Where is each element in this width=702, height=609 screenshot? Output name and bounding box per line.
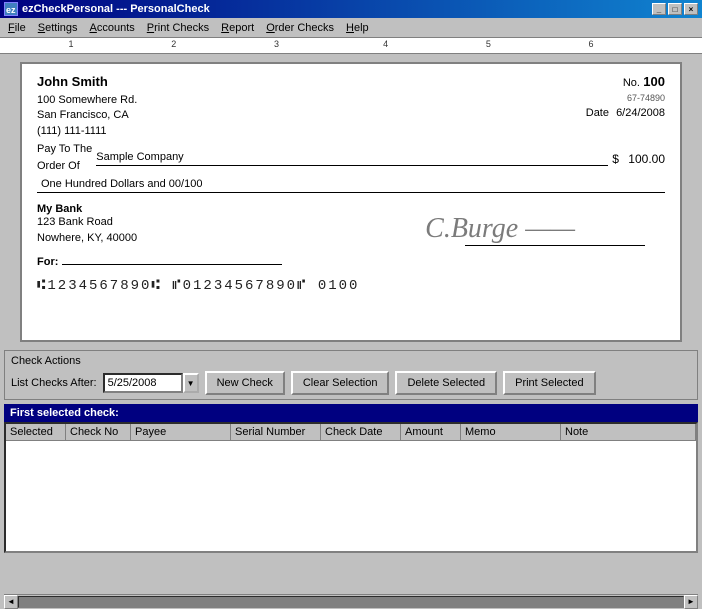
maximize-btn[interactable]: □ — [668, 3, 682, 15]
bank-name: My Bank — [37, 203, 137, 215]
signature-area: C.Burge —— — [425, 203, 645, 246]
check-id: 67-74890 — [586, 93, 665, 103]
check-number-display: No. 100 — [623, 74, 665, 89]
window-controls: _ □ × — [652, 3, 698, 15]
menu-order-checks[interactable]: Order Checks — [260, 20, 340, 36]
check-no-value: 100 — [643, 74, 665, 89]
check-date-label: Date — [586, 107, 609, 119]
date-input-wrapper: ▼ — [103, 373, 199, 393]
svg-text:ez: ez — [6, 5, 16, 15]
col-memo: Memo — [461, 424, 561, 440]
print-selected-button[interactable]: Print Selected — [503, 371, 595, 395]
pay-to-the-label: Pay To The Order Of — [37, 141, 92, 174]
bank-address1: 123 Bank Road — [37, 215, 137, 230]
check-date-row: Date 6/24/2008 — [586, 107, 665, 119]
bank-address2: Nowhere, KY, 40000 — [37, 231, 137, 246]
scroll-track[interactable] — [18, 596, 684, 608]
scroll-left-btn[interactable]: ◄ — [4, 595, 18, 609]
main-window: John Smith No. 100 100 Somewhere Rd. San… — [0, 54, 702, 608]
date-dropdown-btn[interactable]: ▼ — [183, 373, 199, 393]
check-payer-name: John Smith — [37, 74, 108, 89]
ruler-mark-5: 5 — [486, 39, 491, 49]
check-actions-panel: Check Actions List Checks After: ▼ New C… — [4, 350, 698, 400]
check-written-amount: One Hundred Dollars and 00/100 — [37, 178, 665, 193]
menu-help[interactable]: Help — [340, 20, 375, 36]
check-address: 100 Somewhere Rd. San Francisco, CA (111… — [37, 93, 137, 139]
check-memo-row: For: — [37, 256, 665, 268]
horizontal-scrollbar: ◄ ► — [4, 594, 698, 608]
app-icon: ez — [4, 2, 18, 16]
window-title: ezCheckPersonal --- PersonalCheck — [22, 3, 210, 15]
table-column-headers: Selected Check No Payee Serial Number Ch… — [6, 424, 696, 441]
col-check-no: Check No — [66, 424, 131, 440]
date-filter-input[interactable] — [103, 373, 183, 393]
check-display: John Smith No. 100 100 Somewhere Rd. San… — [20, 62, 682, 342]
dollar-sign: $ — [612, 152, 619, 166]
menu-print-checks[interactable]: Print Checks — [141, 20, 215, 36]
check-signature: C.Burge —— — [425, 213, 585, 245]
clear-selection-button[interactable]: Clear Selection — [291, 371, 390, 395]
check-actions-row: List Checks After: ▼ New Check Clear Sel… — [11, 371, 691, 395]
menu-bar: File Settings Accounts Print Checks Repo… — [0, 18, 702, 38]
ruler-mark-3: 3 — [274, 39, 279, 49]
close-btn[interactable]: × — [684, 3, 698, 15]
ruler-mark-1: 1 — [69, 39, 74, 49]
check-amount-display: $ 100.00 — [608, 152, 665, 166]
signature-line — [465, 245, 645, 246]
check-payee: Sample Company — [96, 151, 608, 166]
check-no-label: No. — [623, 77, 640, 89]
bank-info: My Bank 123 Bank Road Nowhere, KY, 40000 — [37, 203, 137, 246]
delete-selected-button[interactable]: Delete Selected — [395, 371, 497, 395]
check-address-line1: 100 Somewhere Rd. — [37, 93, 137, 108]
ruler-mark-2: 2 — [171, 39, 176, 49]
title-bar: ez ezCheckPersonal --- PersonalCheck _ □… — [0, 0, 702, 18]
list-checks-after-label: List Checks After: — [11, 377, 97, 389]
table-header-title: First selected check: — [10, 407, 119, 419]
ruler-mark-4: 4 — [383, 39, 388, 49]
menu-accounts[interactable]: Accounts — [84, 20, 141, 36]
col-payee: Payee — [131, 424, 231, 440]
new-check-button[interactable]: New Check — [205, 371, 285, 395]
check-address-line2: San Francisco, CA — [37, 108, 137, 123]
check-area: John Smith No. 100 100 Somewhere Rd. San… — [0, 54, 702, 350]
col-selected: Selected — [6, 424, 66, 440]
table-wrapper: Selected Check No Payee Serial Number Ch… — [4, 422, 698, 553]
check-bank-section: My Bank 123 Bank Road Nowhere, KY, 40000… — [37, 203, 665, 246]
memo-label: For: — [37, 256, 58, 268]
table-header-bar: First selected check: — [4, 404, 698, 422]
check-amount-value: 100.00 — [628, 152, 665, 166]
check-header: John Smith No. 100 — [37, 74, 665, 89]
ruler-mark-6: 6 — [589, 39, 594, 49]
col-amount: Amount — [401, 424, 461, 440]
memo-line — [62, 264, 282, 265]
ruler: 1 2 3 4 5 6 — [0, 38, 702, 54]
menu-report[interactable]: Report — [215, 20, 260, 36]
minimize-btn[interactable]: _ — [652, 3, 666, 15]
check-date-value: 6/24/2008 — [616, 107, 665, 119]
check-actions-title: Check Actions — [11, 355, 691, 367]
scroll-right-btn[interactable]: ► — [684, 595, 698, 609]
menu-file[interactable]: File — [2, 20, 32, 36]
col-note: Note — [561, 424, 696, 440]
col-check-date: Check Date — [321, 424, 401, 440]
table-section: First selected check: Selected Check No … — [4, 404, 698, 594]
col-serial-number: Serial Number — [231, 424, 321, 440]
check-micr: ⑆1234567890⑆ ⑈01234567890⑈ 0100 — [37, 278, 665, 294]
table-body — [6, 441, 696, 551]
menu-settings[interactable]: Settings — [32, 20, 84, 36]
check-phone: (111) 111-1111 — [37, 124, 137, 139]
